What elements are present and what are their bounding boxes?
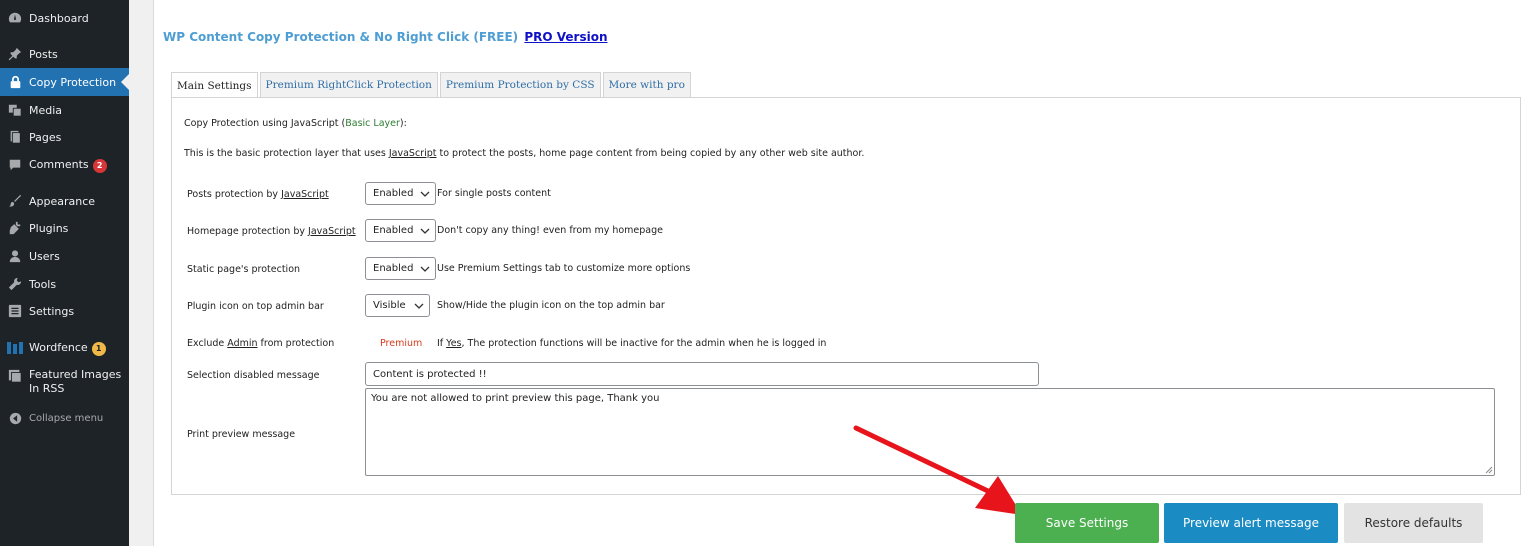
static-protection-select[interactable]: Enabled [365,257,436,280]
wordfence-count-badge: 1 [91,341,106,356]
plugin-icon-select[interactable]: Visible [365,294,430,317]
premium-badge: Premium [380,338,423,349]
tab-main-settings[interactable]: Main Settings [171,72,258,98]
chevron-down-icon [414,303,424,309]
sidebar-item-featured-images[interactable]: Featured Images In RSS [0,362,129,398]
collapse-menu-button[interactable]: Collapse menu [0,404,129,432]
section-intro: This is the basic protection layer that … [184,148,865,159]
exclude-admin-label: Exclude Admin from protection [187,338,335,349]
wrench-icon [7,276,23,292]
sidebar-item-label: Collapse menu [29,412,104,424]
pages-icon [7,129,23,145]
javascript-link[interactable]: JavaScript [308,226,356,237]
brush-icon [7,193,23,209]
static-protection-help: Use Premium Settings tab to customize mo… [437,263,691,274]
pro-version-link[interactable]: PRO Version [524,30,607,44]
sidebar-item-appearance[interactable]: Appearance [0,187,129,215]
admin-link[interactable]: Admin [227,338,257,349]
sidebar-item-label: Posts [29,47,58,61]
sidebar-item-comments[interactable]: Comments 2 [0,151,129,179]
sidebar-item-label: Pages [29,130,62,144]
sidebar-item-label: Tools [29,277,57,291]
sidebar-item-label: Plugins [29,221,69,235]
sidebar-item-pages[interactable]: Pages [0,123,129,151]
comment-icon [7,157,23,173]
sidebar-item-label: Comments [29,157,89,171]
javascript-link[interactable]: JavaScript [281,189,329,200]
wordfence-icon [7,340,23,356]
restore-defaults-button[interactable]: Restore defaults [1344,503,1483,543]
image-icon [7,368,23,384]
plugin-icon-help: Show/Hide the plugin icon on the top adm… [437,300,665,311]
sidebar-item-label: Appearance [29,194,96,208]
sidebar-item-label: Dashboard [29,11,89,25]
plug-icon [7,220,23,236]
sidebar-item-settings[interactable]: Settings [0,297,129,325]
chevron-down-icon [420,266,430,272]
sidebar-item-label: Featured Images In RSS [29,368,122,395]
sidebar-item-posts[interactable]: Posts [0,40,129,68]
save-settings-button[interactable]: Save Settings [1015,503,1159,543]
page-title: WP Content Copy Protection & No Right Cl… [163,30,608,44]
selection-message-input[interactable]: Content is protected !! [365,362,1039,386]
tab-more-with-pro[interactable]: More with pro [602,72,691,97]
preview-alert-button[interactable]: Preview alert message [1164,503,1338,543]
settings-panel: Copy Protection using JavaScript (Basic … [171,97,1521,495]
plugin-icon-label: Plugin icon on top admin bar [187,301,324,312]
sidebar-item-label: Settings [29,304,75,318]
lock-icon [7,74,23,90]
settings-tabs: Main Settings Premium RightClick Protect… [171,72,693,98]
homepage-protection-select[interactable]: Enabled [365,219,436,242]
section-heading: Copy Protection using JavaScript (Basic … [184,118,407,129]
posts-protection-help: For single posts content [437,188,551,199]
sidebar-item-users[interactable]: Users [0,242,129,270]
sidebar-item-media[interactable]: Media [0,96,129,124]
comments-count-badge: 2 [92,158,107,173]
red-arrow-annotation [853,425,1022,515]
chevron-down-icon [420,228,430,234]
sidebar-item-plugins[interactable]: Plugins [0,214,129,242]
exclude-admin-help: If Yes, The protection functions will be… [437,338,827,349]
settings-icon [7,303,23,319]
sidebar-item-dashboard[interactable]: Dashboard [0,4,129,32]
tab-premium-rightclick[interactable]: Premium RightClick Protection [259,72,438,97]
sidebar-item-tools[interactable]: Tools [0,270,129,298]
collapse-icon [7,410,23,426]
resize-handle-icon[interactable] [1485,466,1493,474]
sidebar-item-label: Users [29,249,60,263]
javascript-link[interactable]: JavaScript [389,148,437,159]
sidebar-item-label: Wordfence [29,340,88,354]
user-icon [7,248,23,264]
tab-premium-css[interactable]: Premium Protection by CSS [439,72,601,97]
posts-protection-label: Posts protection by JavaScript [187,189,329,200]
homepage-protection-label: Homepage protection by JavaScript [187,226,356,237]
yes-link[interactable]: Yes [446,338,461,349]
sidebar-item-label: Copy Protection [29,75,117,89]
admin-sidebar: Dashboard Posts Copy Protection Media Pa… [0,0,129,546]
plugin-title-text: WP Content Copy Protection & No Right Cl… [163,30,519,44]
homepage-protection-help: Don't copy any thing! even from my homep… [437,225,663,236]
main-content: WP Content Copy Protection & No Right Cl… [153,0,1536,546]
sidebar-item-label: Media [29,103,63,117]
sidebar-item-copy-protection[interactable]: Copy Protection [0,68,129,96]
sidebar-item-wordfence[interactable]: Wordfence 1 [0,334,129,362]
dashboard-icon [7,10,23,26]
media-icon [7,102,23,118]
chevron-down-icon [420,191,430,197]
pin-icon [7,46,23,62]
posts-protection-select[interactable]: Enabled [365,182,436,205]
static-protection-label: Static page's protection [187,264,301,275]
print-message-label: Print preview message [187,429,296,440]
selection-message-label: Selection disabled message [187,370,320,381]
